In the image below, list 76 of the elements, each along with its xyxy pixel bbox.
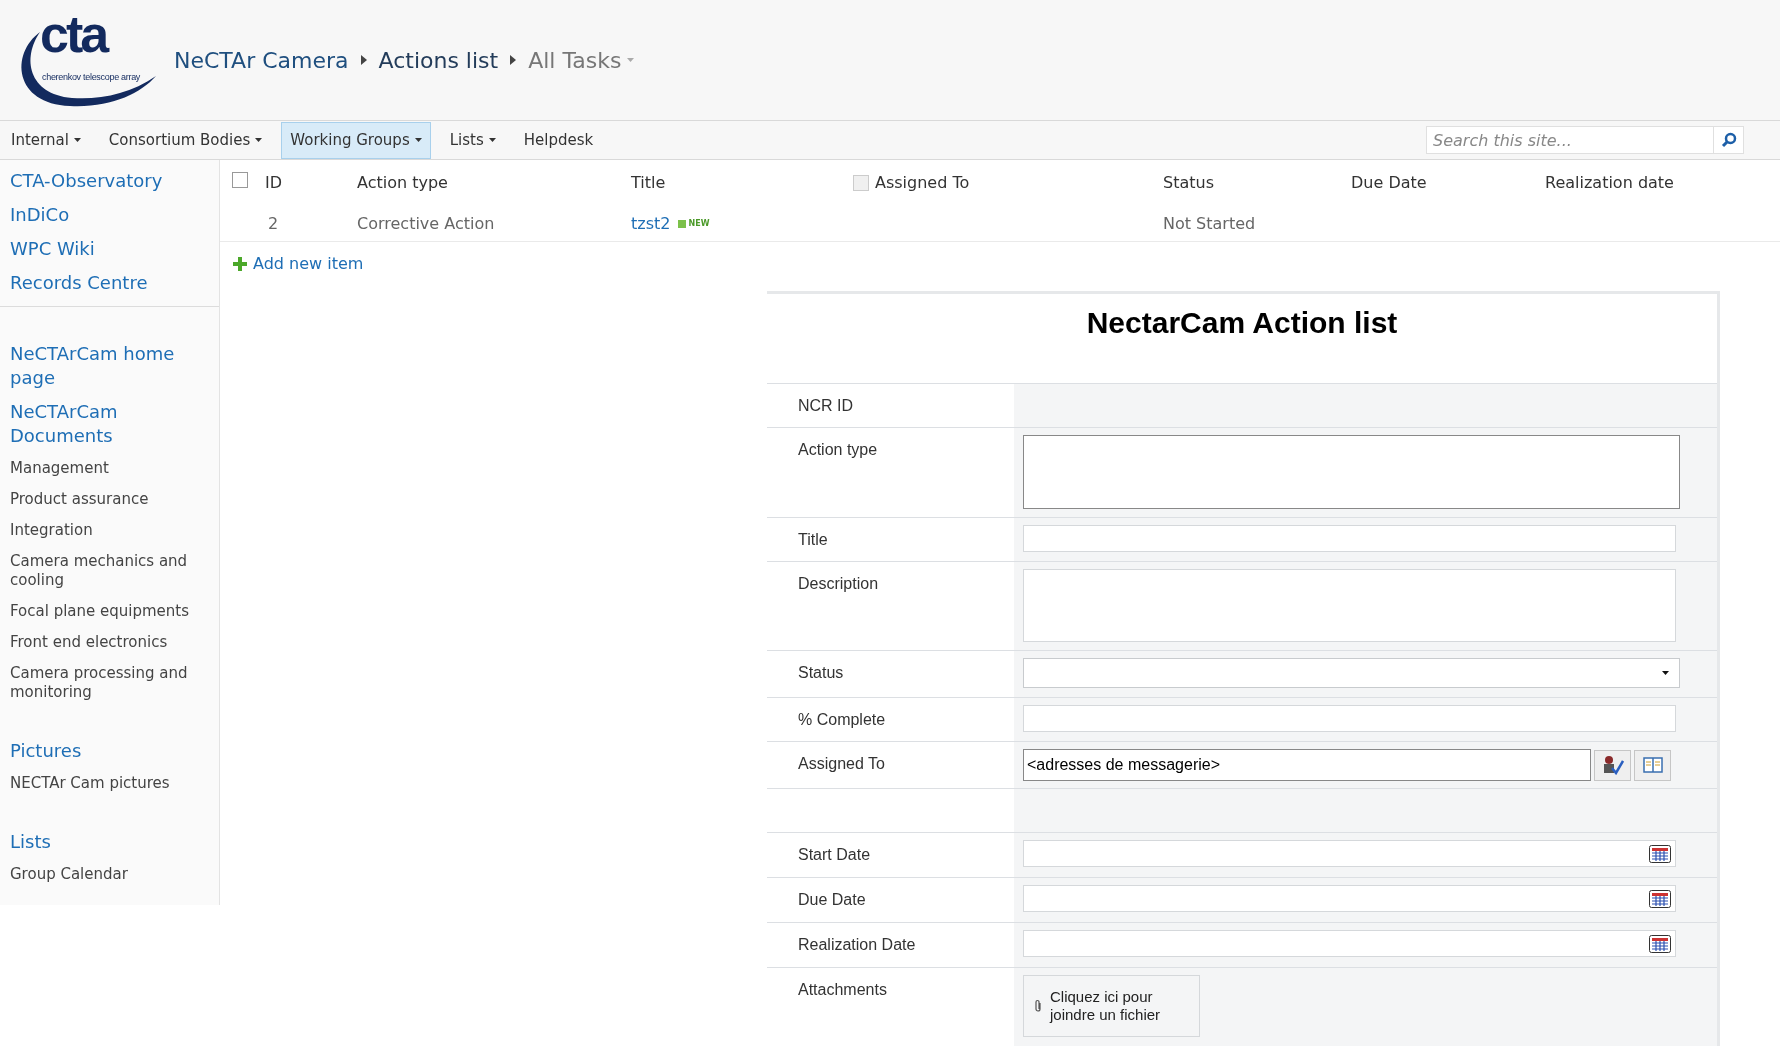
field-label: Description [798, 575, 879, 592]
field-label: Start Date [798, 846, 871, 863]
column-header[interactable]: Action type [357, 171, 448, 195]
browse-button[interactable] [1634, 749, 1671, 781]
column-header[interactable]: Title [631, 171, 666, 195]
sidebar-heading-link[interactable]: Pictures [0, 734, 219, 768]
sidebar-heading-link[interactable]: WPC Wiki [0, 232, 219, 266]
column-header[interactable]: Realization date [1545, 171, 1674, 195]
table-cell-text: 2 [267, 212, 280, 235]
table-cell-text: Corrective Action [357, 212, 496, 235]
field-label: Assigned To [798, 755, 885, 772]
sidebar-link[interactable]: Front end electronics [0, 627, 219, 658]
nav-tab[interactable]: Consortium Bodies [99, 121, 272, 159]
calendar-icon[interactable] [1649, 889, 1671, 908]
date-field[interactable] [1023, 930, 1676, 957]
sidebar-link[interactable]: Management [0, 453, 219, 484]
checkbox[interactable] [853, 175, 869, 191]
search-field[interactable]: Search this site... [1426, 126, 1714, 154]
plus-icon [233, 257, 247, 271]
field-label: % Complete [798, 711, 886, 728]
form-title: NectarCam Action list [1086, 305, 1398, 341]
sidebar-link[interactable]: Group Calendar [0, 859, 219, 890]
input-field[interactable]: <adresses de messagerie> [1023, 749, 1591, 781]
sidebar-link[interactable]: Integration [0, 515, 219, 546]
field-label: Status [798, 664, 844, 681]
field-label: Action type [798, 441, 878, 458]
field-label: Title [798, 531, 828, 548]
check-names-button[interactable] [1594, 749, 1631, 781]
calendar-icon[interactable] [1649, 844, 1671, 863]
column-header[interactable]: Assigned To [875, 171, 970, 195]
chevron-icon [360, 55, 367, 65]
sidebar-link[interactable]: Focal plane equipments [0, 596, 219, 627]
breadcrumb-link[interactable]: NeCTAr Camera [174, 43, 349, 77]
nav-tab[interactable]: Lists [440, 121, 505, 159]
checkbox[interactable] [232, 172, 248, 188]
sidebar-heading-link[interactable]: NeCTArCam Documents [0, 395, 219, 453]
calendar-icon[interactable] [1649, 934, 1671, 953]
column-header[interactable]: Status [1163, 171, 1214, 195]
nav-tab[interactable]: Helpdesk [514, 121, 603, 159]
breadcrumb-link[interactable]: Actions list [378, 43, 499, 77]
breadcrumb-link[interactable]: All Tasks [528, 43, 635, 77]
field-label: Realization Date [798, 936, 916, 953]
sidebar-link[interactable]: Camera processing and monitoring [0, 658, 219, 708]
sidebar-link[interactable]: Camera mechanics and cooling [0, 546, 219, 596]
sidebar-link[interactable]: Product assurance [0, 484, 219, 515]
person-check-icon [1601, 755, 1624, 775]
nav-tab[interactable]: Internal [10, 121, 90, 159]
date-field[interactable] [1023, 885, 1676, 912]
sidebar-heading-link[interactable]: Lists [0, 825, 219, 859]
sidebar-heading-link[interactable]: NeCTArCam home page [0, 337, 219, 395]
caret-icon [627, 58, 635, 62]
sidebar-heading-link[interactable]: CTA-Observatory [0, 164, 219, 198]
sidebar-link[interactable]: NECTAr Cam pictures [0, 768, 219, 799]
input-field[interactable] [1023, 705, 1676, 732]
sidebar-heading-link[interactable]: Records Centre [0, 266, 219, 300]
dropdown-field[interactable] [1023, 658, 1680, 688]
new-badge: NEW [678, 217, 710, 230]
date-field[interactable] [1023, 840, 1676, 867]
item-link[interactable]: tzst2 [631, 211, 671, 236]
field-label: Attachments [798, 981, 887, 998]
attach-file-button[interactable]: Cliquez ici pour joindre un fichier [1023, 975, 1200, 1037]
table-cell-text: Not Started [1163, 212, 1257, 235]
field-label: Due Date [798, 891, 866, 908]
field-label: NCR ID [798, 397, 854, 414]
caret-icon [1662, 671, 1669, 675]
column-header[interactable]: ID [260, 171, 283, 195]
input-field[interactable] [1023, 525, 1676, 552]
add-item-link[interactable]: Add new item [233, 252, 364, 276]
sidebar-heading-link[interactable]: InDiCo [0, 198, 219, 232]
nav-tab[interactable]: Working Groups [281, 121, 431, 159]
column-header[interactable]: Due Date [1351, 171, 1427, 195]
paperclip-icon [1034, 999, 1042, 1013]
chevron-icon [510, 55, 517, 65]
search-icon[interactable] [1720, 132, 1737, 148]
book-icon [1642, 757, 1663, 773]
text-area[interactable] [1023, 435, 1680, 509]
